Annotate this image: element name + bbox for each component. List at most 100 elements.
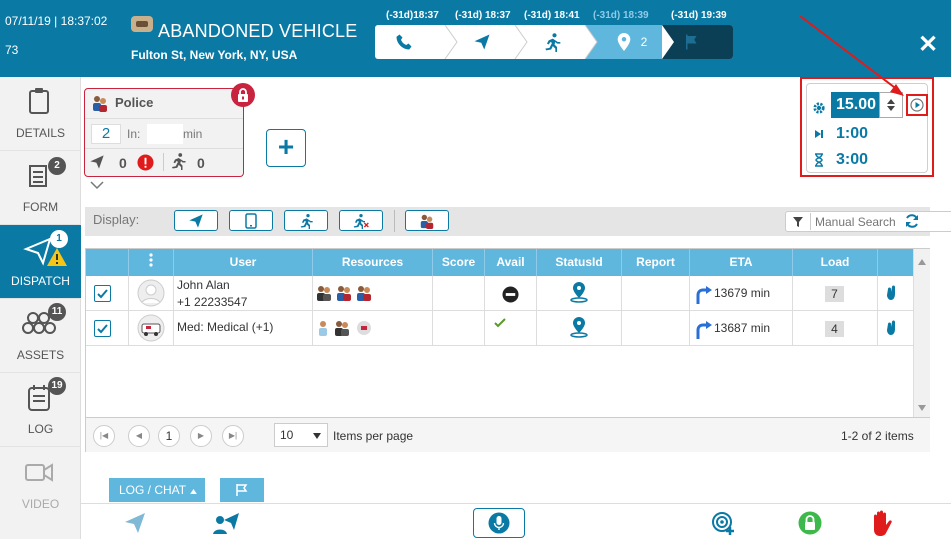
- play-button[interactable]: [906, 94, 928, 116]
- sidebar: DETAILS 2 FORM 1 DISPATCH 11 ASSETS 19 L…: [0, 77, 81, 539]
- sidebar-item-details[interactable]: DETAILS: [0, 77, 81, 151]
- last-page-button[interactable]: ▶|: [222, 425, 244, 447]
- chevron-down-icon[interactable]: [89, 180, 105, 190]
- column-header-report[interactable]: Report: [622, 249, 690, 276]
- pager-summary: 1-2 of 2 items: [841, 429, 914, 443]
- min-label: min: [183, 127, 203, 141]
- skip-next-icon: [815, 130, 823, 138]
- column-menu-icon[interactable]: [129, 249, 174, 276]
- user-name: Med: Medical (+1): [177, 320, 274, 334]
- police-officers-icon: [420, 214, 434, 229]
- incident-address: Fulton St, New York, NY, USA: [131, 48, 298, 62]
- page-size-select[interactable]: 10: [274, 423, 328, 447]
- clipboard-icon: [29, 88, 49, 114]
- filter-agency-button[interactable]: [405, 210, 449, 231]
- sidebar-item-label: ASSETS: [16, 348, 65, 362]
- gear-icon: [813, 102, 825, 114]
- send-icon[interactable]: [122, 511, 148, 535]
- display-filter-bar: Display: ✕: [85, 207, 951, 236]
- stop-hand-icon[interactable]: [870, 509, 896, 537]
- manual-search-input[interactable]: [815, 214, 951, 229]
- unit-count-input[interactable]: 2: [91, 124, 121, 144]
- items-per-page-label: Items per page: [333, 429, 414, 443]
- prev-page-button[interactable]: ◀: [128, 425, 150, 447]
- in-minutes-input[interactable]: [147, 124, 183, 144]
- add-agency-button[interactable]: +: [266, 129, 306, 167]
- first-page-button[interactable]: |◀: [93, 425, 115, 447]
- sidebar-item-form[interactable]: 2 FORM: [0, 151, 81, 225]
- incident-number: 73: [5, 43, 19, 57]
- filter-unavailable-button[interactable]: [339, 210, 383, 231]
- flag-tab[interactable]: [220, 478, 264, 502]
- column-header-resources[interactable]: Resources: [313, 249, 433, 276]
- grid-scrollbar[interactable]: [913, 249, 930, 417]
- form-badge: 2: [48, 157, 66, 175]
- filter-dispatched-button[interactable]: [174, 210, 218, 231]
- column-header-avail[interactable]: Avail: [485, 249, 537, 276]
- timeline-time-call: (-31d)18:37: [386, 10, 439, 21]
- incident-title: ABANDONED VEHICLE: [158, 21, 358, 41]
- column-header-user[interactable]: User: [174, 249, 313, 276]
- resources-cell: [313, 311, 433, 346]
- agency-card-police[interactable]: Police 2 In: min 0 0: [84, 83, 255, 177]
- eta-cell: 13687 min: [690, 311, 793, 346]
- vehicle-icon: [131, 16, 153, 32]
- refresh-icon[interactable]: [904, 213, 920, 229]
- log-chat-tab[interactable]: LOG / CHAT: [109, 478, 205, 502]
- avatar-cell: [129, 311, 174, 346]
- sidebar-item-assets[interactable]: 11 ASSETS: [0, 299, 81, 373]
- column-header-score[interactable]: Score: [433, 249, 485, 276]
- running-icon[interactable]: [537, 25, 567, 59]
- eta-value: 13679 min: [714, 286, 771, 300]
- manual-search-box[interactable]: ✕: [785, 211, 951, 232]
- log-chat-label: LOG / CHAT: [119, 483, 187, 497]
- sidebar-item-video[interactable]: VIDEO: [0, 447, 81, 521]
- annotation-arrow: [799, 15, 904, 96]
- sidebar-item-log[interactable]: 19 LOG: [0, 373, 81, 447]
- warning-icon: [47, 248, 67, 266]
- score-cell: [433, 276, 485, 311]
- lock-icon[interactable]: [231, 83, 255, 107]
- timeline-time-close: (-31d) 19:39: [671, 10, 727, 21]
- add-location-target-icon[interactable]: [711, 511, 737, 537]
- running-icon: [172, 153, 186, 170]
- filter-en-route-button[interactable]: [284, 210, 328, 231]
- column-header-statusid[interactable]: StatusId: [537, 249, 622, 276]
- elapsed-value: 3:00: [836, 151, 869, 168]
- filter-mobile-button[interactable]: [229, 210, 273, 231]
- next-page-button[interactable]: ▶: [190, 425, 212, 447]
- column-header-eta[interactable]: ETA: [690, 249, 793, 276]
- sidebar-item-label: VIDEO: [21, 497, 60, 511]
- column-header-load[interactable]: Load: [793, 249, 878, 276]
- close-icon[interactable]: ✕: [918, 30, 938, 59]
- avatar: [137, 279, 165, 307]
- divider: [810, 213, 811, 230]
- column-header-extra: [878, 249, 913, 276]
- location-step[interactable]: 2: [607, 25, 657, 59]
- chevron-down-icon: [313, 433, 321, 439]
- police-officers-icon: [93, 96, 107, 112]
- hand-icon[interactable]: [886, 285, 896, 301]
- location-step-count: 2: [640, 35, 648, 49]
- hand-icon[interactable]: [886, 320, 896, 336]
- table-row[interactable]: Med: Medical (+1) 13687 min 4: [86, 311, 913, 346]
- phone-icon[interactable]: [389, 25, 419, 59]
- sidebar-item-dispatch[interactable]: 1 DISPATCH: [0, 225, 81, 299]
- lock-icon[interactable]: [798, 511, 822, 535]
- row-checkbox[interactable]: [94, 320, 111, 337]
- avatar-cell: [129, 276, 174, 311]
- map-pin-icon: [617, 33, 630, 51]
- scroll-up-icon[interactable]: [918, 259, 926, 265]
- eta-cell: 13679 min: [690, 276, 793, 311]
- page-number[interactable]: 1: [158, 425, 180, 447]
- send-user-icon[interactable]: [212, 510, 240, 536]
- flag-icon[interactable]: [677, 25, 707, 59]
- send-icon[interactable]: [467, 25, 497, 59]
- table-row[interactable]: John Alan +1 22233547 13679 min 7: [86, 276, 913, 311]
- scroll-down-icon[interactable]: [918, 405, 926, 411]
- microphone-button[interactable]: [473, 508, 525, 538]
- load-value: 7: [825, 286, 844, 302]
- divider: [163, 153, 164, 171]
- play-icon: [910, 98, 924, 112]
- row-checkbox[interactable]: [94, 285, 111, 302]
